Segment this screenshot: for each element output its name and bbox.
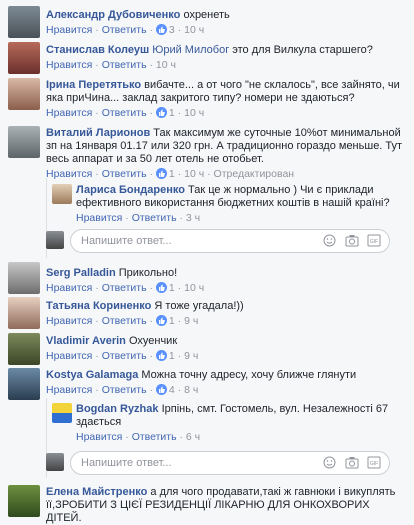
like-link[interactable]: Нравится [46,59,92,71]
like-count[interactable]: 1 [169,107,175,119]
mention-link[interactable]: Юрий Милобог [152,44,229,56]
timestamp[interactable]: 3 ч [186,212,200,224]
comment: Елена Майстренко а для чого продавати,та… [46,486,406,525]
avatar[interactable] [8,297,40,329]
like-icon [155,24,167,35]
like-icon [155,282,167,293]
author-name[interactable]: Елена Майстренко [46,486,147,498]
avatar[interactable] [52,184,72,204]
reply-link[interactable]: Ответить [102,168,147,180]
like-link[interactable]: Нравится [76,431,122,443]
reply-input[interactable] [79,456,303,470]
avatar[interactable] [8,333,40,365]
author-name[interactable]: Александр Дубовиченко [46,9,180,21]
like-link[interactable]: Нравится [46,315,92,327]
timestamp[interactable]: 10 ч [184,24,204,36]
comment: Serg Palladin Прикольно! Нравится · Отве… [46,267,205,294]
avatar[interactable] [8,126,40,158]
avatar[interactable] [8,78,40,110]
comment-text: Охуенчик [125,335,178,347]
reply-box: GIF [70,229,390,253]
like-link[interactable]: Нравится [46,168,92,180]
author-name[interactable]: Виталий Ларионов [46,127,150,139]
comment-text: это для Вилкула старшего? [229,44,373,56]
comment: Vladimir Averin Охуенчик Нравится · Отве… [46,335,199,362]
comment-text: Прикольно! [115,267,178,279]
like-link[interactable]: Нравится [46,350,92,362]
reply-comment: Bogdan Ryzhak Ірпінь, смт. Гостомель, ву… [76,403,389,443]
gif-icon[interactable]: GIF [367,234,381,247]
reply-link[interactable]: Ответить [102,350,147,362]
like-count[interactable]: 1 [169,282,175,294]
timestamp[interactable]: 6 ч [186,431,200,443]
reply-link[interactable]: Ответить [102,24,147,36]
timestamp[interactable]: 10 ч [184,168,204,180]
like-count[interactable]: 1 [169,168,175,180]
like-icon [155,315,167,326]
reply-comment: Лариса Бондаренко Так це ж нормально ) Ч… [76,184,390,224]
my-avatar [46,231,64,249]
author-name[interactable]: Татьяна Кориненко [46,300,151,312]
timestamp[interactable]: 10 ч [156,59,176,71]
comment: Виталий Ларионов Так максимум же суточны… [46,127,403,180]
reply-box: GIF [70,451,390,475]
like-count[interactable]: 1 [169,315,175,327]
reply-link[interactable]: Ответить [132,431,177,443]
reply-link[interactable]: Ответить [102,59,147,71]
timestamp[interactable]: 9 ч [184,315,198,327]
comment: Татьяна Кориненко Я тоже угадала!)) Нрав… [46,300,244,327]
like-icon [155,384,167,395]
author-name[interactable]: Vladimir Averin [46,335,126,347]
gif-icon[interactable]: GIF [367,456,381,469]
like-link[interactable]: Нравится [46,107,92,119]
reply-link[interactable]: Ответить [102,107,147,119]
timestamp[interactable]: 8 ч [184,384,198,396]
author-name[interactable]: Станислав Колеуш [46,44,149,56]
avatar[interactable] [8,368,40,400]
comment: Ірина Перетятько вибачте... а от чого "н… [46,79,400,119]
author-name[interactable]: Ірина Перетятько [46,79,141,91]
like-link[interactable]: Нравится [76,212,122,224]
timestamp[interactable]: 10 ч [184,282,204,294]
avatar[interactable] [52,403,72,423]
edited-label[interactable]: Отредактирован [214,168,295,180]
author-name[interactable]: Bogdan Ryzhak [76,403,159,415]
like-count[interactable]: 1 [169,350,175,362]
author-name[interactable]: Serg Palladin [46,267,116,279]
emoji-icon[interactable] [323,456,337,469]
like-count[interactable]: 4 [169,384,175,396]
timestamp[interactable]: 9 ч [184,350,198,362]
my-avatar [46,453,64,471]
reply-link[interactable]: Ответить [102,315,147,327]
author-name[interactable]: Лариса Бондаренко [76,184,185,196]
like-icon [155,168,167,179]
reply-link[interactable]: Ответить [132,212,177,224]
timestamp[interactable]: 10 ч [184,107,204,119]
camera-icon[interactable] [345,456,359,469]
svg-text:GIF: GIF [370,461,378,467]
author-name[interactable]: Kostya Galamaga [46,369,138,381]
avatar[interactable] [8,262,40,294]
svg-text:GIF: GIF [370,239,378,245]
like-link[interactable]: Нравится [46,24,92,36]
reply-link[interactable]: Ответить [102,384,147,396]
reply-link[interactable]: Ответить [102,282,147,294]
avatar[interactable] [8,6,40,38]
comment-text: охренеть [180,9,230,21]
like-icon [155,107,167,118]
avatar[interactable] [8,42,40,74]
camera-icon[interactable] [345,234,359,247]
avatar[interactable] [8,485,40,517]
comment: Kostya Galamaga Можна точну адресу, хочу… [46,369,357,396]
like-icon [155,350,167,361]
comment-text: Я тоже угадала!)) [151,300,244,312]
comment: Станислав Колеуш Юрий Милобог это для Ви… [46,44,373,71]
like-count[interactable]: 3 [169,24,175,36]
comment-text: Можна точну адресу, хочу ближче глянути [138,369,357,381]
reply-input[interactable] [79,234,303,248]
like-link[interactable]: Нравится [46,282,92,294]
like-link[interactable]: Нравится [46,384,92,396]
emoji-icon[interactable] [323,234,337,247]
comment: Александр Дубовиченко охренеть Нравится … [46,9,230,36]
